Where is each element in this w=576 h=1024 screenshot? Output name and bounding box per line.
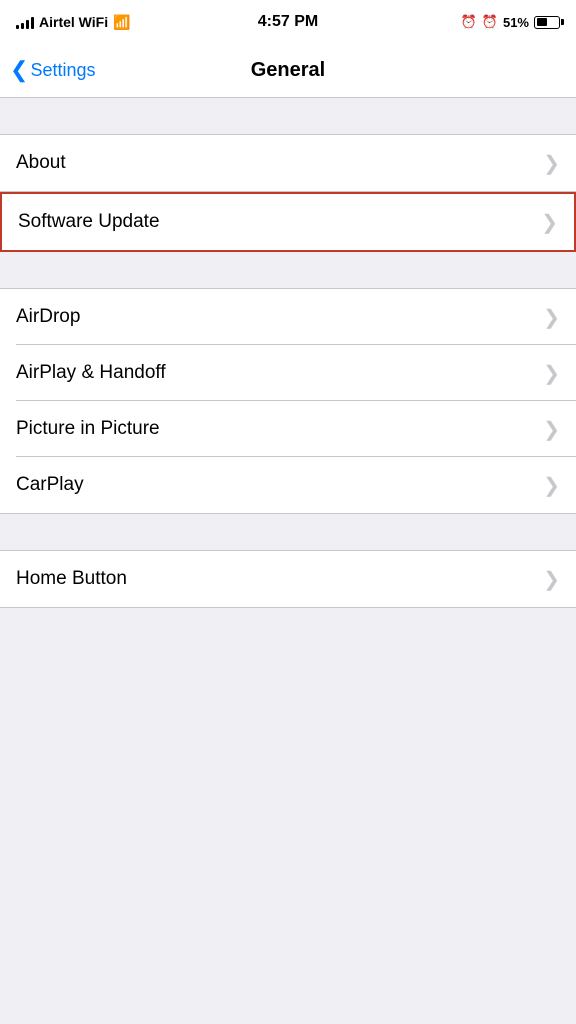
software-update-section: Software Update ❯ [0,192,576,252]
airdrop-row[interactable]: AirDrop ❯ [0,289,576,345]
section-spacer-3 [0,514,576,550]
airplay-handoff-row[interactable]: AirPlay & Handoff ❯ [0,345,576,401]
picture-in-picture-row[interactable]: Picture in Picture ❯ [0,401,576,457]
home-button-chevron-icon: ❯ [543,567,560,592]
wifi-icon: 📶 [113,14,130,31]
status-time: 4:57 PM [258,13,318,31]
battery-pct-label: 51% [503,15,529,30]
home-button-row[interactable]: Home Button ❯ [0,551,576,607]
back-button[interactable]: ❮ Settings [10,60,95,81]
alarm2-icon: ⏰ [482,14,498,30]
picture-in-picture-chevron-icon: ❯ [543,417,560,442]
airdrop-label: AirDrop [16,306,80,328]
alarm-icon: ⏰ [461,14,477,30]
navigation-bar: ❮ Settings General [0,44,576,98]
about-chevron-icon: ❯ [543,151,560,176]
picture-in-picture-label: Picture in Picture [16,418,160,440]
section-spacer-2 [0,252,576,288]
page-title: General [251,59,325,82]
back-chevron-icon: ❮ [10,59,28,81]
home-button-label: Home Button [16,568,127,590]
back-label: Settings [30,60,95,81]
section-about: About ❯ [0,134,576,192]
software-update-label: Software Update [18,211,160,233]
carrier-label: Airtel WiFi [39,14,108,30]
carplay-row[interactable]: CarPlay ❯ [0,457,576,513]
software-update-row[interactable]: Software Update ❯ [2,194,574,250]
status-right: ⏰ ⏰ 51% [461,14,560,30]
status-left: Airtel WiFi 📶 [16,14,131,31]
software-update-chevron-icon: ❯ [541,210,558,235]
about-label: About [16,152,66,174]
carplay-chevron-icon: ❯ [543,473,560,498]
airplay-handoff-label: AirPlay & Handoff [16,362,166,384]
airplay-handoff-chevron-icon: ❯ [543,361,560,386]
carplay-label: CarPlay [16,474,84,496]
section-home-button: Home Button ❯ [0,550,576,608]
about-row[interactable]: About ❯ [0,135,576,191]
signal-icon [16,15,34,29]
battery-indicator [534,16,560,29]
bottom-spacer [0,608,576,644]
section-spacer-1 [0,98,576,134]
section-connectivity: AirDrop ❯ AirPlay & Handoff ❯ Picture in… [0,288,576,514]
airdrop-chevron-icon: ❯ [543,305,560,330]
status-bar: Airtel WiFi 📶 4:57 PM ⏰ ⏰ 51% [0,0,576,44]
